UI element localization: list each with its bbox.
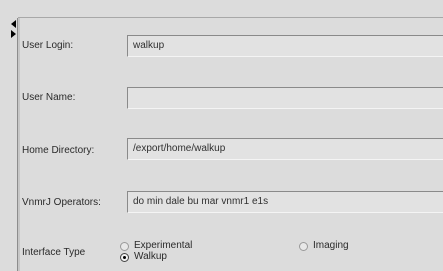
interface-type-label: Interface Type — [22, 247, 86, 258]
user-name-label: User Name: — [22, 92, 76, 103]
collapse-left-icon[interactable] — [11, 20, 16, 28]
home-directory-label: Home Directory: — [22, 145, 95, 156]
operators-field[interactable]: do min dale bu mar vnmr1 e1s — [127, 191, 443, 213]
home-directory-field[interactable]: /export/home/walkup — [127, 138, 443, 160]
expand-right-icon[interactable] — [11, 30, 16, 38]
radio-walkup-label: Walkup — [134, 251, 167, 262]
radio-walkup-circle[interactable] — [120, 252, 129, 262]
radio-experimental-circle[interactable] — [120, 241, 129, 251]
radio-imaging-circle[interactable] — [299, 241, 308, 251]
user-login-label: User Login: — [22, 40, 74, 51]
operators-label: VnmrJ Operators: — [22, 197, 101, 208]
radio-imaging-label: Imaging — [313, 240, 349, 251]
radio-walkup[interactable]: Walkup — [120, 251, 167, 263]
radio-imaging[interactable]: Imaging — [299, 240, 349, 252]
user-name-field[interactable] — [127, 87, 443, 109]
top-gutter — [0, 0, 443, 18]
left-gutter — [0, 18, 10, 271]
user-login-field[interactable]: walkup — [127, 35, 443, 57]
panel-left-border — [18, 18, 20, 271]
